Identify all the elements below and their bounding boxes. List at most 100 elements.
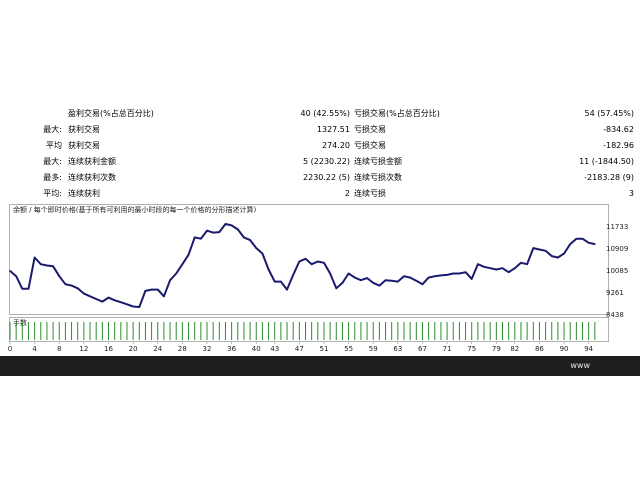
- x-tick-label: 79: [492, 345, 501, 353]
- balance-point: [292, 274, 294, 276]
- balance-point: [236, 228, 239, 231]
- balance-point: [193, 236, 196, 239]
- balance-point: [76, 287, 79, 290]
- balance-point: [9, 270, 11, 272]
- balance-point: [458, 272, 461, 275]
- x-tick-label: 51: [320, 345, 329, 353]
- balance-point: [526, 263, 528, 265]
- balance-point: [39, 263, 42, 265]
- balance-point: [464, 271, 467, 273]
- balance-point: [249, 239, 251, 241]
- balance-point: [341, 282, 344, 284]
- balance-point: [261, 252, 264, 255]
- x-tick-label: 55: [344, 345, 353, 353]
- balance-point: [427, 276, 430, 279]
- x-tick-label: 28: [178, 345, 187, 353]
- balance-point: [206, 229, 208, 232]
- balance-point: [323, 262, 325, 264]
- balance-point: [489, 267, 491, 269]
- x-tick-label: 75: [467, 345, 476, 353]
- balance-point: [544, 249, 547, 252]
- x-tick-label: 32: [203, 345, 212, 353]
- balance-point: [335, 287, 338, 290]
- balance-point: [15, 275, 17, 278]
- balance-point: [304, 258, 307, 260]
- balance-point: [440, 274, 442, 277]
- balance-point: [353, 276, 356, 279]
- balance-point: [58, 275, 61, 278]
- balance-point: [280, 280, 282, 283]
- balance-point: [187, 254, 190, 256]
- x-tick-label: 40: [252, 345, 261, 353]
- x-tick-label: 43: [270, 345, 279, 353]
- balance-point: [452, 272, 455, 275]
- balance-point: [255, 247, 258, 249]
- x-tick-label: 94: [584, 345, 593, 353]
- balance-point: [169, 279, 171, 282]
- balance-point: [95, 298, 97, 300]
- balance-point: [52, 265, 54, 268]
- y-tick-label: 10909: [606, 245, 628, 253]
- balance-point: [286, 288, 288, 291]
- balance-point: [150, 288, 153, 291]
- balance-point: [132, 305, 134, 308]
- balance-point: [446, 274, 448, 276]
- balance-point: [495, 268, 498, 271]
- balance-point: [200, 237, 202, 240]
- balance-point: [366, 277, 368, 279]
- balance-point: [483, 266, 485, 268]
- balance-point: [397, 280, 399, 283]
- balance-point: [532, 247, 535, 249]
- balance-point: [70, 284, 73, 287]
- balance-point: [581, 237, 584, 240]
- x-tick-label: 63: [393, 345, 402, 353]
- footer-text: www: [570, 361, 590, 370]
- balance-point: [175, 272, 178, 275]
- balance-point: [587, 241, 590, 244]
- balance-point: [138, 306, 141, 308]
- balance-point: [21, 287, 24, 290]
- balance-point: [538, 248, 541, 251]
- x-tick-label: 47: [295, 345, 304, 353]
- balance-point: [144, 290, 147, 292]
- balance-point: [384, 279, 387, 282]
- balance-point: [550, 255, 553, 257]
- balance-point: [33, 256, 36, 259]
- balance-point: [477, 263, 479, 265]
- balance-point: [212, 231, 214, 234]
- balance-point: [360, 279, 362, 282]
- balance-point: [64, 283, 67, 286]
- y-tick-label: 10085: [606, 267, 628, 275]
- balance-point: [470, 278, 473, 280]
- balance-point: [113, 299, 116, 302]
- x-tick-label: 0: [8, 345, 12, 353]
- volume-label: 手数: [13, 318, 27, 327]
- x-tick-label: 67: [418, 345, 427, 353]
- balance-point: [317, 260, 319, 263]
- balance-point: [378, 284, 381, 287]
- balance-point: [163, 295, 165, 298]
- x-tick-label: 82: [510, 345, 519, 353]
- balance-point: [310, 263, 313, 265]
- balance-point: [329, 272, 331, 275]
- x-tick-label: 24: [153, 345, 162, 353]
- balance-point: [273, 280, 276, 283]
- balance-point: [514, 267, 516, 269]
- balance-point: [372, 282, 375, 284]
- balance-point: [101, 300, 104, 303]
- balance-point: [347, 272, 350, 275]
- balance-point: [575, 237, 578, 240]
- balance-point: [181, 263, 184, 265]
- balance-point: [156, 288, 159, 291]
- balance-point: [421, 283, 424, 286]
- x-tick-label: 86: [535, 345, 544, 353]
- x-tick-label: 90: [560, 345, 569, 353]
- x-tick-label: 20: [129, 345, 138, 353]
- balance-point: [46, 264, 48, 267]
- balance-point: [267, 268, 270, 271]
- balance-point: [83, 292, 85, 295]
- balance-point: [243, 236, 245, 239]
- balance-line: [9, 223, 596, 308]
- balance-point: [403, 275, 405, 278]
- balance-chart: 余额 / 每个即时价格(基于所有可利用的最小时段的每一个价格的分形描述计算) 手数…: [8, 205, 629, 353]
